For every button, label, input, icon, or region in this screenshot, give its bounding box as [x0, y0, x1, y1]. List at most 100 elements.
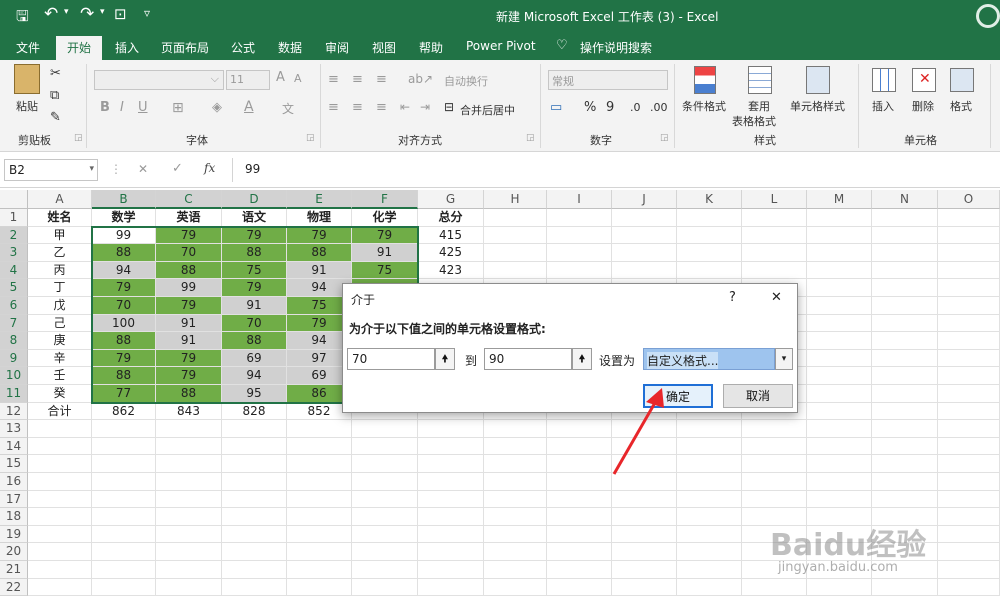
account-icon[interactable] [976, 4, 1000, 28]
cell[interactable] [156, 508, 222, 526]
cell[interactable] [938, 226, 1000, 245]
format-as-table-button[interactable]: 表格格式 [732, 113, 776, 129]
score-cell[interactable]: 88 [92, 367, 156, 385]
cell[interactable] [938, 244, 1000, 262]
sum-cell[interactable]: 862 [92, 402, 156, 421]
cell[interactable] [612, 561, 677, 579]
score-cell[interactable]: 95 [222, 385, 287, 403]
cell[interactable] [872, 226, 938, 245]
cell[interactable] [418, 508, 484, 526]
cell[interactable] [938, 455, 1000, 473]
cell[interactable] [287, 420, 352, 438]
cell[interactable] [287, 543, 352, 561]
cell[interactable] [547, 490, 612, 509]
cell[interactable] [547, 508, 612, 526]
cell[interactable] [807, 367, 872, 385]
insert-function-icon[interactable]: fx [204, 161, 215, 175]
cell[interactable] [222, 508, 287, 526]
header-cell[interactable]: 化学 [352, 209, 418, 227]
row-header-6[interactable]: 6 [0, 297, 28, 315]
name-cell[interactable]: 乙 [28, 244, 92, 262]
cell[interactable] [677, 473, 742, 491]
cell[interactable] [807, 297, 872, 315]
cell[interactable] [484, 508, 547, 526]
score-cell[interactable]: 79 [222, 226, 287, 245]
cell[interactable] [484, 543, 547, 561]
clipboard-launcher-icon[interactable]: ◲ [74, 133, 83, 143]
collapse-dialog-icon[interactable]: 🠝 [572, 348, 592, 370]
row-header-3[interactable]: 3 [0, 244, 28, 262]
alignment-launcher-icon[interactable]: ◲ [526, 133, 535, 143]
score-cell[interactable]: 88 [92, 332, 156, 350]
cell[interactable] [742, 244, 807, 262]
cell[interactable] [287, 490, 352, 509]
underline-icon[interactable]: U [138, 100, 148, 115]
cell[interactable] [872, 402, 938, 421]
score-cell[interactable]: 94 [222, 367, 287, 385]
select-all-corner[interactable] [0, 190, 28, 209]
format-as-table-label[interactable]: 套用 [748, 98, 770, 114]
cell[interactable] [612, 226, 677, 245]
conditional-formatting-icon[interactable] [694, 66, 716, 94]
cell[interactable] [28, 578, 92, 596]
conditional-formatting-button[interactable]: 条件格式 [682, 98, 726, 114]
cell[interactable] [287, 508, 352, 526]
lightbulb-icon[interactable]: ♡ [556, 38, 568, 53]
cell[interactable] [938, 490, 1000, 509]
cell[interactable] [872, 367, 938, 385]
cell[interactable] [484, 455, 547, 473]
score-cell[interactable]: 70 [156, 244, 222, 262]
tab-view[interactable]: 视图 [372, 39, 396, 56]
cell[interactable] [28, 420, 92, 438]
score-cell[interactable]: 100 [92, 314, 156, 333]
cell[interactable] [222, 543, 287, 561]
score-cell[interactable]: 88 [222, 244, 287, 262]
tab-review[interactable]: 审阅 [325, 39, 349, 56]
cell[interactable] [418, 543, 484, 561]
cell[interactable] [547, 543, 612, 561]
cell[interactable] [872, 455, 938, 473]
score-cell[interactable]: 79 [156, 349, 222, 368]
row-header-10[interactable]: 10 [0, 367, 28, 385]
cell[interactable] [156, 490, 222, 509]
score-cell[interactable]: 79 [92, 279, 156, 297]
redo-dropdown-icon[interactable]: ▾ [100, 7, 105, 17]
cell[interactable] [938, 385, 1000, 403]
cell[interactable] [352, 525, 418, 544]
currency-icon[interactable]: ▭ [550, 100, 562, 115]
row-header-1[interactable]: 1 [0, 209, 28, 227]
cell[interactable] [938, 420, 1000, 438]
tab-file[interactable]: 文件 [16, 39, 40, 56]
score-cell[interactable]: 99 [156, 279, 222, 297]
cell[interactable] [222, 437, 287, 456]
cell[interactable] [352, 543, 418, 561]
cell[interactable] [28, 525, 92, 544]
cell[interactable] [156, 525, 222, 544]
number-launcher-icon[interactable]: ◲ [660, 133, 669, 143]
score-cell[interactable]: 79 [222, 279, 287, 297]
tell-me-search[interactable]: 操作说明搜索 [580, 39, 652, 56]
cell[interactable] [222, 561, 287, 579]
cell[interactable] [807, 209, 872, 227]
cell[interactable] [938, 367, 1000, 385]
cell[interactable] [612, 543, 677, 561]
cell[interactable] [352, 455, 418, 473]
cell[interactable] [872, 297, 938, 315]
font-launcher-icon[interactable]: ◲ [306, 133, 315, 143]
cell[interactable] [28, 437, 92, 456]
cell[interactable] [677, 525, 742, 544]
cell[interactable] [547, 561, 612, 579]
cell[interactable] [92, 543, 156, 561]
upper-bound-input[interactable]: 90 [484, 348, 572, 370]
score-cell[interactable]: 88 [156, 385, 222, 403]
cell[interactable] [677, 226, 742, 245]
cell[interactable] [28, 455, 92, 473]
score-cell[interactable]: 75 [352, 261, 418, 280]
cell[interactable] [938, 402, 1000, 421]
score-cell[interactable]: 88 [222, 332, 287, 350]
cell[interactable] [677, 561, 742, 579]
cell[interactable] [872, 437, 938, 456]
cell[interactable] [92, 455, 156, 473]
cell[interactable] [352, 508, 418, 526]
cell[interactable] [418, 473, 484, 491]
